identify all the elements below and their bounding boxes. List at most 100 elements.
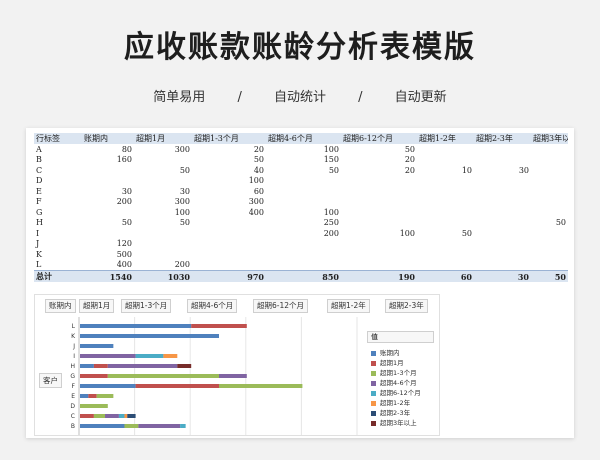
value-cell[interactable] <box>417 197 474 208</box>
value-cell[interactable] <box>417 155 474 166</box>
value-cell[interactable]: 20 <box>192 144 266 155</box>
value-cell[interactable] <box>417 186 474 197</box>
value-cell[interactable] <box>531 239 568 250</box>
value-cell[interactable]: 30 <box>474 270 531 282</box>
value-cell[interactable]: 50 <box>134 165 192 176</box>
value-cell[interactable]: 80 <box>82 144 134 155</box>
legend-item[interactable]: 超期3年以上 <box>371 417 417 427</box>
value-cell[interactable] <box>341 249 417 260</box>
value-cell[interactable]: 100 <box>341 228 417 239</box>
row-label-cell[interactable]: 总计 <box>34 270 82 282</box>
value-cell[interactable] <box>417 176 474 187</box>
value-cell[interactable] <box>341 218 417 229</box>
value-cell[interactable]: 400 <box>192 207 266 218</box>
value-cell[interactable] <box>192 249 266 260</box>
value-cell[interactable] <box>82 207 134 218</box>
value-cell[interactable]: 200 <box>82 197 134 208</box>
value-cell[interactable]: 200 <box>266 228 341 239</box>
value-cell[interactable]: 60 <box>192 186 266 197</box>
row-label-cell[interactable]: A <box>34 144 82 155</box>
value-cell[interactable] <box>341 239 417 250</box>
value-cell[interactable]: 850 <box>266 270 341 282</box>
value-cell[interactable]: 1540 <box>82 270 134 282</box>
value-cell[interactable] <box>474 186 531 197</box>
value-cell[interactable]: 300 <box>134 197 192 208</box>
row-label-cell[interactable]: G <box>34 207 82 218</box>
legend-item[interactable]: 超期4-6个月 <box>371 377 417 387</box>
row-label-cell[interactable]: B <box>34 155 82 166</box>
value-cell[interactable]: 50 <box>82 218 134 229</box>
value-cell[interactable] <box>531 144 568 155</box>
value-cell[interactable] <box>531 207 568 218</box>
value-cell[interactable] <box>134 239 192 250</box>
pivot-chart[interactable]: 账期内 超期1月 超期1-3个月 超期4-6个月 超期6-12个月 超期1-2年 超期2-3… <box>34 294 440 436</box>
value-cell[interactable] <box>474 239 531 250</box>
value-cell[interactable] <box>341 186 417 197</box>
legend-item[interactable]: 超期1-3个月 <box>371 367 417 377</box>
row-label-cell[interactable]: F <box>34 197 82 208</box>
legend-item[interactable]: 超期6-12个月 <box>371 387 421 397</box>
value-cell[interactable] <box>82 176 134 187</box>
value-cell[interactable]: 100 <box>266 207 341 218</box>
value-cell[interactable]: 10 <box>417 165 474 176</box>
value-cell[interactable]: 超期6-12个月 <box>341 133 417 144</box>
value-cell[interactable] <box>417 239 474 250</box>
value-cell[interactable]: 50 <box>531 218 568 229</box>
value-cell[interactable] <box>266 260 341 271</box>
value-cell[interactable]: 30 <box>474 165 531 176</box>
value-cell[interactable]: 20 <box>341 155 417 166</box>
value-cell[interactable] <box>474 176 531 187</box>
value-cell[interactable]: 150 <box>266 155 341 166</box>
value-cell[interactable] <box>417 249 474 260</box>
value-cell[interactable] <box>266 239 341 250</box>
value-cell[interactable]: 50 <box>531 270 568 282</box>
value-cell[interactable]: 超期1-2年 <box>417 133 474 144</box>
row-label-cell[interactable]: J <box>34 239 82 250</box>
value-cell[interactable]: 100 <box>192 176 266 187</box>
value-cell[interactable] <box>474 155 531 166</box>
row-label-cell[interactable]: E <box>34 186 82 197</box>
value-cell[interactable] <box>531 176 568 187</box>
value-cell[interactable] <box>531 249 568 260</box>
value-cell[interactable]: 160 <box>82 155 134 166</box>
value-cell[interactable]: 50 <box>192 155 266 166</box>
value-cell[interactable] <box>192 218 266 229</box>
value-cell[interactable] <box>192 228 266 239</box>
value-cell[interactable] <box>474 260 531 271</box>
value-cell[interactable] <box>266 249 341 260</box>
value-cell[interactable] <box>341 207 417 218</box>
value-cell[interactable] <box>341 260 417 271</box>
value-cell[interactable] <box>474 249 531 260</box>
value-cell[interactable] <box>474 144 531 155</box>
value-cell[interactable]: 超期1-3个月 <box>192 133 266 144</box>
legend-item[interactable]: 超期1月 <box>371 357 404 367</box>
row-label-cell[interactable]: L <box>34 260 82 271</box>
value-cell[interactable]: 300 <box>134 144 192 155</box>
value-cell[interactable]: 40 <box>192 165 266 176</box>
value-cell[interactable] <box>474 197 531 208</box>
value-cell[interactable]: 300 <box>192 197 266 208</box>
value-cell[interactable] <box>82 228 134 239</box>
value-cell[interactable]: 190 <box>341 270 417 282</box>
legend-item[interactable]: 超期2-3年 <box>371 407 410 417</box>
value-cell[interactable]: 账期内 <box>82 133 134 144</box>
row-label-cell[interactable]: I <box>34 228 82 239</box>
value-cell[interactable] <box>341 197 417 208</box>
value-cell[interactable]: 超期2-3年 <box>474 133 531 144</box>
value-cell[interactable]: 120 <box>82 239 134 250</box>
value-cell[interactable]: 50 <box>341 144 417 155</box>
value-cell[interactable] <box>417 218 474 229</box>
value-cell[interactable]: 30 <box>134 186 192 197</box>
legend-item[interactable]: 超期1-2年 <box>371 397 410 407</box>
value-cell[interactable] <box>134 176 192 187</box>
value-cell[interactable]: 100 <box>134 207 192 218</box>
value-cell[interactable]: 超期3年以上 <box>531 133 568 144</box>
row-label-cell[interactable]: C <box>34 165 82 176</box>
value-cell[interactable] <box>417 260 474 271</box>
value-cell[interactable] <box>134 249 192 260</box>
value-cell[interactable] <box>531 186 568 197</box>
value-cell[interactable]: 超期1月 <box>134 133 192 144</box>
value-cell[interactable]: 60 <box>417 270 474 282</box>
value-cell[interactable] <box>474 228 531 239</box>
value-cell[interactable]: 400 <box>82 260 134 271</box>
